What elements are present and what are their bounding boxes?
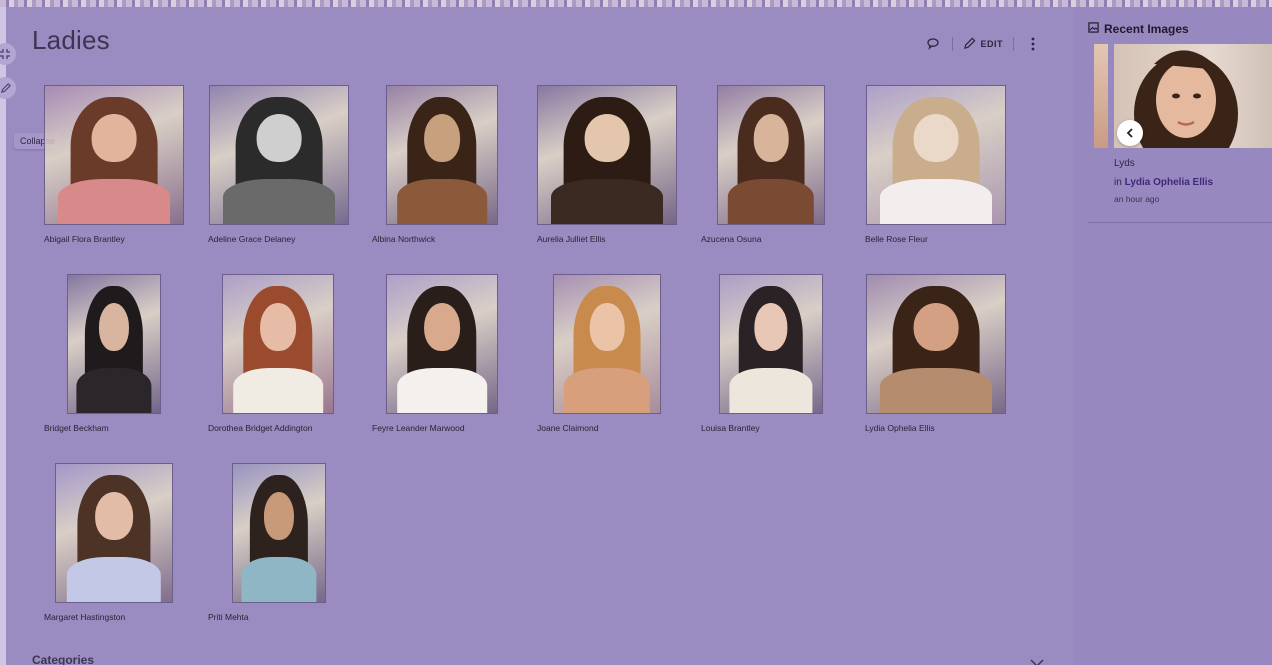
- gallery-item-name[interactable]: Albina Northwick: [372, 234, 435, 244]
- recent-images-title: Recent Images: [1104, 22, 1189, 36]
- recent-image-caption: Lyds: [1114, 158, 1135, 169]
- gallery-item-name[interactable]: Lydia Ophelia Ellis: [865, 423, 935, 433]
- portrait-face: [98, 303, 130, 351]
- portrait-face: [754, 303, 788, 351]
- gallery-item-name[interactable]: Abigail Flora Brantley: [44, 234, 125, 244]
- character-portrait[interactable]: [222, 274, 334, 414]
- portrait-body: [58, 179, 170, 224]
- portrait-face: [260, 303, 296, 351]
- character-gallery: Abigail Flora Brantley Adeline Grace Dela…: [6, 7, 1074, 665]
- recent-images-header: Recent Images: [1088, 22, 1189, 36]
- portrait-body: [233, 368, 323, 413]
- recent-image-in-prefix: in: [1114, 177, 1122, 188]
- portrait-body: [76, 368, 152, 413]
- recent-image-article-link[interactable]: Lydia Ophelia Ellis: [1125, 177, 1214, 188]
- portrait-face: [913, 303, 959, 351]
- gallery-item-name[interactable]: Adeline Grace Delaney: [208, 234, 295, 244]
- portrait-face: [753, 114, 789, 162]
- gallery-item-name[interactable]: Belle Rose Fleur: [865, 234, 928, 244]
- character-portrait[interactable]: [44, 85, 184, 225]
- portrait-body: [551, 179, 663, 224]
- character-portrait[interactable]: [537, 85, 677, 225]
- portrait-face: [91, 114, 137, 162]
- character-portrait[interactable]: [386, 85, 498, 225]
- gallery-item-name[interactable]: Bridget Beckham: [44, 423, 109, 433]
- recent-images-carousel: [1094, 44, 1272, 148]
- portrait-body: [223, 179, 335, 224]
- character-portrait[interactable]: [866, 274, 1006, 414]
- categories-heading: Categories: [32, 653, 95, 665]
- portrait-body: [563, 368, 651, 413]
- portrait-face: [263, 492, 295, 540]
- chevron-left-icon[interactable]: [1117, 120, 1143, 146]
- previous-image-peek[interactable]: [1094, 44, 1108, 148]
- image-icon: [1088, 22, 1099, 36]
- portrait-body: [397, 368, 487, 413]
- portrait-face: [584, 114, 630, 162]
- character-portrait[interactable]: [55, 463, 173, 603]
- character-portrait[interactable]: [386, 274, 498, 414]
- gallery-item-name[interactable]: Priti Mehta: [208, 612, 249, 622]
- portrait-body: [880, 179, 992, 224]
- recent-image-location: in Lydia Ophelia Ellis: [1114, 177, 1213, 188]
- portrait-face: [913, 114, 959, 162]
- portrait-face: [95, 492, 133, 540]
- portrait-body: [880, 368, 992, 413]
- portrait-face: [424, 114, 460, 162]
- gallery-item-name[interactable]: Louisa Brantley: [701, 423, 760, 433]
- character-portrait[interactable]: [232, 463, 326, 603]
- side-divider: [1088, 222, 1272, 223]
- character-portrait[interactable]: [719, 274, 823, 414]
- portrait-body: [727, 179, 815, 224]
- chevron-down-icon[interactable]: [1030, 655, 1044, 665]
- gallery-item-name[interactable]: Feyre Leander Marwood: [372, 423, 465, 433]
- character-portrait[interactable]: [717, 85, 825, 225]
- portrait-face: [424, 303, 460, 351]
- gallery-item-name[interactable]: Azucena Osuna: [701, 234, 761, 244]
- gallery-item-name[interactable]: Dorothea Bridget Addington: [208, 423, 312, 433]
- portrait-body: [66, 557, 162, 602]
- gallery-item-name[interactable]: Margaret Hastingston: [44, 612, 125, 622]
- character-portrait[interactable]: [866, 85, 1006, 225]
- character-portrait[interactable]: [553, 274, 661, 414]
- portrait-face: [256, 114, 302, 162]
- main-content: Ladies EDIT Abigail Flora Brantley Adelin…: [6, 7, 1074, 665]
- recent-image-timestamp: an hour ago: [1114, 194, 1160, 204]
- portrait-body: [397, 179, 487, 224]
- portrait-body: [729, 368, 813, 413]
- character-portrait[interactable]: [67, 274, 161, 414]
- character-portrait[interactable]: [209, 85, 349, 225]
- recent-images-panel: Recent Images Lyds in Lydia Ophelia Elli…: [1074, 7, 1272, 665]
- gallery-item-name[interactable]: Aurelia Julliet Ellis: [537, 234, 606, 244]
- portrait-face: [589, 303, 625, 351]
- gallery-item-name[interactable]: Joane Claimond: [537, 423, 598, 433]
- portrait-body: [241, 557, 317, 602]
- top-decorative-strip: [0, 0, 1272, 7]
